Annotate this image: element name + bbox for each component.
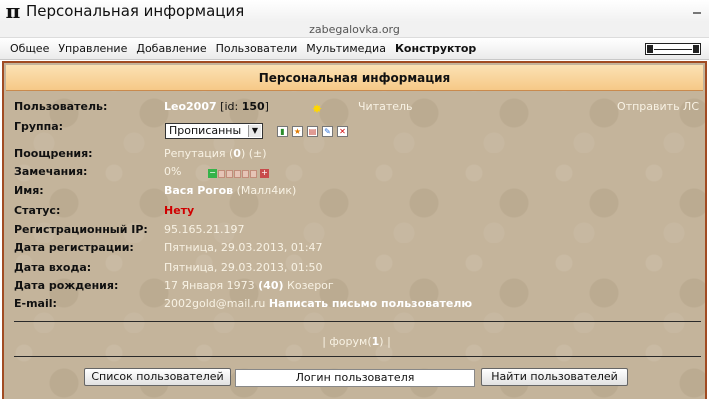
minimize-icon[interactable] <box>693 12 701 14</box>
label-status: Статус: <box>14 204 61 217</box>
remarks-bar: − + <box>208 169 269 178</box>
forum-link[interactable]: | форум(1) | <box>4 335 709 348</box>
profile-panel: Персональная информация Пользователь: Le… <box>2 61 707 399</box>
birth-date: 17 Января 1973 <box>164 279 255 292</box>
user-id-prefix: [id: <box>220 100 239 113</box>
age: (40) <box>258 279 284 292</box>
remarks-cell <box>226 169 233 178</box>
login-date-value: Пятница, 29.03.2013, 01:50 <box>164 261 323 274</box>
user-id-value: 150 <box>241 100 265 113</box>
label-birth-date: Дата рождения: <box>14 279 119 292</box>
window-controls <box>693 6 701 14</box>
label-reg-date: Дата регистрации: <box>14 241 134 254</box>
reputation-suffix[interactable]: ) (±) <box>241 147 267 160</box>
delete-icon[interactable]: ✕ <box>337 126 348 137</box>
find-users-button[interactable]: Найти пользователей <box>481 368 628 386</box>
star-icon: ✸ <box>312 102 323 116</box>
resize-handle-icon[interactable] <box>645 43 701 55</box>
username-link[interactable]: Leo2007 <box>164 100 217 113</box>
chart-icon[interactable]: ▮ <box>277 126 288 137</box>
reg-ip-value: 95.165.21.197 <box>164 223 245 236</box>
app-pi-icon: π <box>5 0 21 23</box>
group-select-value: Прописанны <box>169 124 242 137</box>
zodiac-sign: Козерог <box>287 279 334 292</box>
minus-icon[interactable]: − <box>208 169 217 178</box>
status-value: Нету <box>164 204 195 217</box>
edit-icon[interactable]: ✎ <box>322 126 333 137</box>
star-icon[interactable]: ★ <box>292 126 303 137</box>
window-title: Персональная информация <box>26 2 245 20</box>
menu-item-constructor[interactable]: Конструктор <box>395 42 476 55</box>
full-name-value: Вася Рогов <box>164 184 234 197</box>
menu-item-multimedia[interactable]: Мультимедиа <box>306 42 386 55</box>
nickname: (Малл4ик) <box>236 184 297 197</box>
remarks-cell <box>234 169 241 178</box>
group-select[interactable]: Прописанны ▼ <box>165 123 263 139</box>
window-titlebar: π Персональная информация <box>0 0 709 23</box>
menu-item-general[interactable]: Общее <box>10 42 49 55</box>
divider <box>14 321 701 322</box>
divider <box>14 356 701 357</box>
send-private-message-link[interactable]: Отправить ЛС <box>617 100 699 113</box>
email-info: 2002gold@mail.ru Написать письмо пользов… <box>164 297 472 310</box>
label-name: Имя: <box>14 184 44 197</box>
reg-date-value: Пятница, 29.03.2013, 01:47 <box>164 241 323 254</box>
label-reg-ip: Регистрационный IP: <box>14 223 148 236</box>
main-menu: Общее Управление Добавление Пользователи… <box>0 38 709 60</box>
full-name: Вася Рогов (Малл4ик) <box>164 184 296 197</box>
label-group: Группа: <box>14 120 64 133</box>
user-list-button[interactable]: Список пользователей <box>84 368 231 386</box>
reputation: Репутация (0) (±) <box>164 147 267 160</box>
chevron-down-icon[interactable]: ▼ <box>248 125 261 137</box>
birth-date-value: 17 Января 1973 (40) Козерог <box>164 279 334 292</box>
remarks-percent: 0% <box>164 165 182 178</box>
reputation-prefix: Репутация ( <box>164 147 234 160</box>
menu-item-add[interactable]: Добавление <box>136 42 206 55</box>
label-rewards: Поощрения: <box>14 147 93 160</box>
user-search-bar: Список пользователей Логин пользователя … <box>0 368 709 390</box>
plus-icon[interactable]: + <box>260 169 269 178</box>
user-info: Leo2007 [id: 150] <box>164 100 269 113</box>
write-email-link[interactable]: Написать письмо пользователю <box>269 297 472 310</box>
forum-suffix: ) | <box>379 335 391 348</box>
remarks-cell <box>218 169 225 178</box>
label-login-date: Дата входа: <box>14 261 92 274</box>
menu-item-users[interactable]: Пользователи <box>216 42 298 55</box>
login-search-input[interactable]: Логин пользователя <box>235 369 475 387</box>
label-remarks: Замечания: <box>14 165 88 178</box>
remarks-cell <box>242 169 249 178</box>
document-icon[interactable]: ▤ <box>307 126 318 137</box>
label-email: E-mail: <box>14 297 57 310</box>
reputation-value: 0 <box>233 147 241 160</box>
email-address[interactable]: 2002gold@mail.ru <box>164 297 265 310</box>
label-user: Пользователь: <box>14 100 108 113</box>
site-url: zabegalovka.org <box>0 22 709 38</box>
menu-item-management[interactable]: Управление <box>58 42 127 55</box>
forum-prefix: | форум( <box>322 335 372 348</box>
page-title: Персональная информация <box>6 65 703 91</box>
user-role: Читатель <box>358 100 413 113</box>
remarks-cell <box>250 169 257 178</box>
user-id-suffix: ] <box>264 100 269 113</box>
